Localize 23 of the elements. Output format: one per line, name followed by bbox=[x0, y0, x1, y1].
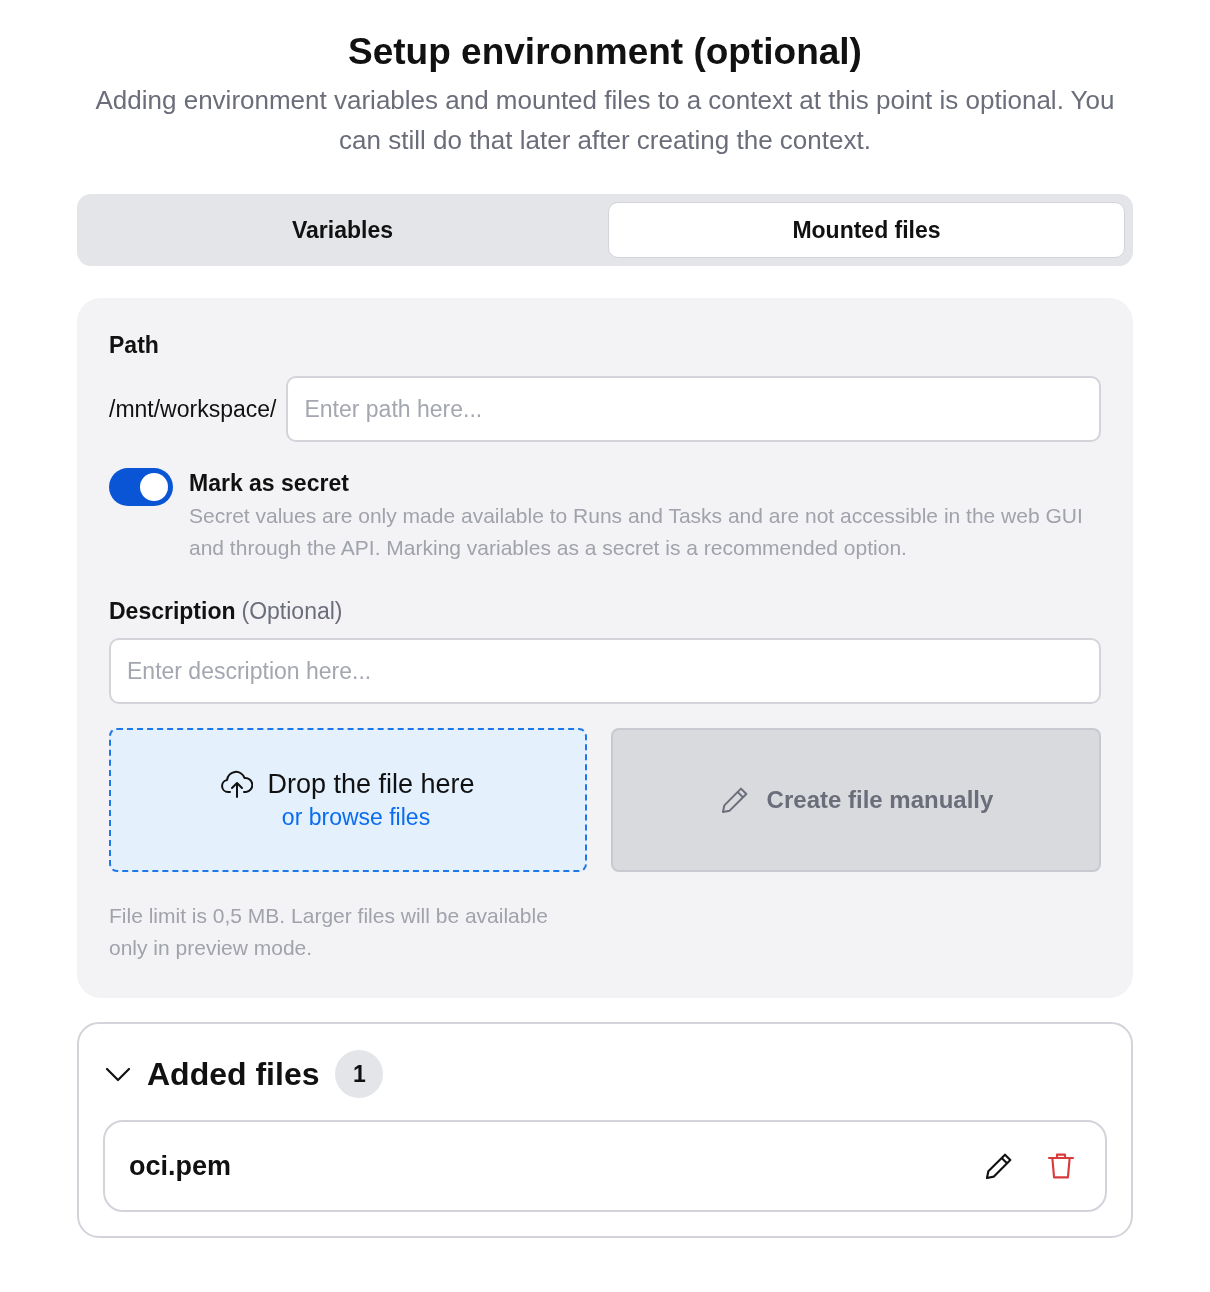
path-label: Path bbox=[109, 331, 160, 360]
page-title: Setup environment (optional) bbox=[347, 30, 863, 74]
secret-toggle[interactable] bbox=[109, 468, 173, 506]
create-file-button[interactable]: Create file manually bbox=[611, 728, 1101, 872]
file-name: oci.pem bbox=[129, 1150, 233, 1182]
description-field[interactable]: Enter description here... bbox=[109, 638, 1101, 704]
page-subtitle: Adding environment variables and mounted files to a context at this point is optional. You can still do that later after creating the context. bbox=[94, 84, 1116, 157]
tab[interactable]: Variables bbox=[85, 202, 600, 258]
file-limit-note: File limit is 0,5 MB. Larger files will be available only in preview mode. bbox=[109, 903, 549, 961]
path-prefix: /mnt/workspace/ bbox=[109, 395, 277, 423]
path-field[interactable]: Enter path here... bbox=[286, 376, 1101, 442]
chevron-down-icon[interactable] bbox=[105, 1066, 131, 1082]
browse-files-link[interactable]: or browse files bbox=[265, 804, 431, 831]
secret-label: Mark as secret bbox=[189, 469, 350, 498]
cloud-upload-icon bbox=[221, 769, 254, 800]
added-files-title: Added files bbox=[147, 1055, 320, 1093]
file-drop-zone[interactable]: Drop the file here or browse files bbox=[109, 728, 587, 872]
tab[interactable]: Mounted files bbox=[608, 202, 1125, 258]
secret-help-text: Secret values are only made available to Runs and Tasks and are not accessible in the web GUI and through the API. Marking variables as a secret is a recommended option. bbox=[189, 503, 1084, 561]
file-count-badge: 1 bbox=[335, 1050, 384, 1098]
optional-hint: (Optional) bbox=[241, 598, 343, 624]
drop-zone-title: Drop the file here bbox=[267, 769, 475, 800]
description-label: Description bbox=[109, 598, 236, 624]
